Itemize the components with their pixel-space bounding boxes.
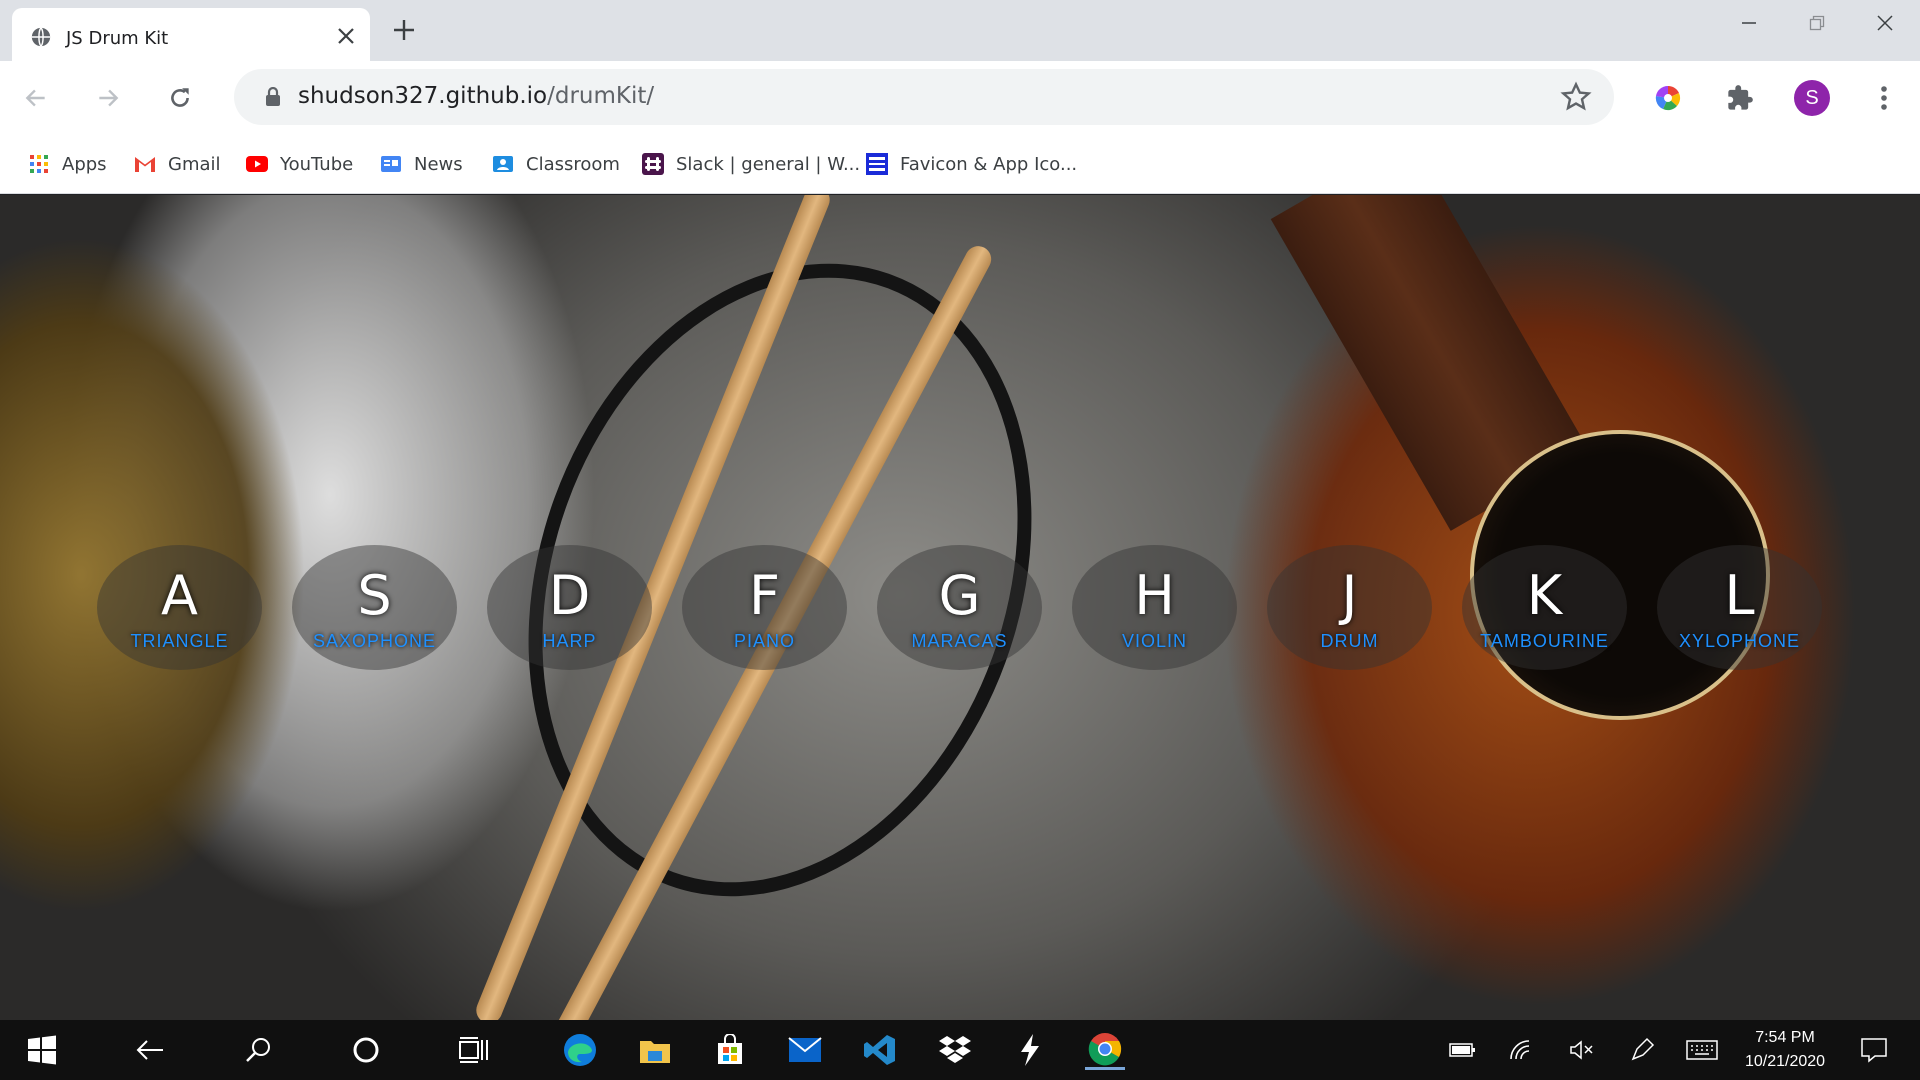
battery-icon[interactable] — [1442, 1030, 1482, 1070]
new-tab-icon[interactable] — [388, 14, 420, 46]
close-tab-icon[interactable] — [332, 22, 360, 50]
key-letter: L — [1724, 564, 1755, 627]
app-lightning-icon[interactable] — [1010, 1030, 1050, 1070]
edge-icon[interactable] — [560, 1030, 600, 1070]
address-bar[interactable]: shudson327.github.io/drumKit/ — [234, 69, 1614, 125]
slack-icon — [642, 153, 664, 175]
drum-keys: A TRIANGLE S SAXOPHONE D HARP F PIANO G … — [0, 545, 1920, 675]
mail-icon[interactable] — [785, 1030, 825, 1070]
search-icon[interactable] — [238, 1030, 278, 1070]
keyboard-icon[interactable] — [1682, 1030, 1722, 1070]
key-tambourine[interactable]: K TAMBOURINE — [1462, 545, 1627, 670]
key-drum[interactable]: J DRUM — [1267, 545, 1432, 670]
key-letter: H — [1134, 564, 1175, 627]
tab-strip: JS Drum Kit — [0, 0, 1920, 61]
globe-icon — [31, 27, 51, 47]
key-letter: K — [1526, 564, 1563, 627]
bookmark-label: Apps — [62, 153, 107, 175]
bookmark-label: Slack | general | W... — [676, 153, 861, 175]
clock-date: 10/21/2020 — [1744, 1053, 1826, 1070]
bookmark-label: Classroom — [526, 153, 620, 175]
forward-icon[interactable] — [88, 78, 128, 118]
key-sound-label: SAXOPHONE — [312, 631, 437, 651]
key-saxophone[interactable]: S SAXOPHONE — [292, 545, 457, 670]
restore-icon[interactable] — [1794, 8, 1840, 38]
bookmark-label: Favicon & App Ico... — [900, 153, 1078, 175]
gmail-icon — [134, 153, 156, 175]
volume-mute-icon[interactable] — [1562, 1030, 1602, 1070]
bookmark-youtube[interactable]: YouTube — [246, 149, 353, 179]
bookmark-favicon[interactable]: Favicon & App Ico... — [866, 149, 1077, 179]
reload-icon[interactable] — [160, 78, 200, 118]
bookmark-classroom[interactable]: Classroom — [492, 149, 620, 179]
key-sound-label: VIOLIN — [1121, 631, 1188, 651]
bookmark-gmail[interactable]: Gmail — [134, 149, 221, 179]
key-maracas[interactable]: G MARACAS — [877, 545, 1042, 670]
key-sound-label: XYLOPHONE — [1678, 631, 1801, 651]
bookmark-news[interactable]: News — [380, 149, 463, 179]
key-sound-label: MARACAS — [911, 631, 1008, 651]
key-letter: A — [161, 564, 198, 627]
dropbox-icon[interactable] — [935, 1030, 975, 1070]
url-host: shudson327.github.io — [298, 83, 548, 109]
vscode-icon[interactable] — [860, 1030, 900, 1070]
classroom-icon — [492, 153, 514, 175]
url-path: /drumKit/ — [547, 83, 655, 109]
key-letter: J — [1341, 564, 1358, 627]
favicon-generator-icon — [866, 153, 888, 175]
key-sound-label: DRUM — [1320, 631, 1379, 651]
key-letter: G — [938, 564, 981, 627]
drumkit-page: A TRIANGLE S SAXOPHONE D HARP F PIANO G … — [0, 195, 1920, 1020]
key-letter: S — [357, 564, 392, 627]
close-window-icon[interactable] — [1862, 8, 1908, 38]
windows-taskbar: 7:54 PM 10/21/2020 — [0, 1020, 1920, 1080]
color-extension-icon[interactable] — [1648, 78, 1688, 118]
task-view-icon[interactable] — [454, 1030, 494, 1070]
youtube-icon — [246, 153, 268, 175]
back-icon[interactable] — [16, 78, 56, 118]
bookmark-label: News — [414, 153, 463, 175]
profile-avatar[interactable]: S — [1794, 80, 1830, 116]
notifications-icon[interactable] — [1854, 1030, 1894, 1070]
wifi-icon[interactable] — [1502, 1030, 1542, 1070]
chrome-icon[interactable] — [1085, 1030, 1125, 1070]
clock-time: 7:54 PM — [1755, 1029, 1815, 1046]
bookmarks-bar: Apps Gmail YouTube News Classroom Slack … — [0, 134, 1920, 194]
key-letter: F — [748, 564, 781, 627]
key-triangle[interactable]: A TRIANGLE — [97, 545, 262, 670]
url-text[interactable]: shudson327.github.io/drumKit/ — [298, 83, 654, 109]
bookmark-label: YouTube — [280, 153, 354, 175]
key-sound-label: TAMBOURINE — [1480, 631, 1609, 651]
apps-grid-icon — [28, 153, 50, 175]
key-sound-label: HARP — [542, 631, 597, 651]
google-news-icon — [380, 153, 402, 175]
cortana-icon[interactable] — [346, 1030, 386, 1070]
back-arrow-icon[interactable] — [130, 1030, 170, 1070]
pen-icon[interactable] — [1622, 1030, 1662, 1070]
windows-start-icon[interactable] — [22, 1030, 62, 1070]
key-harp[interactable]: D HARP — [487, 545, 652, 670]
system-clock[interactable]: 7:54 PM 10/21/2020 — [1730, 1026, 1840, 1074]
browser-toolbar: shudson327.github.io/drumKit/ S — [0, 61, 1920, 134]
file-explorer-icon[interactable] — [635, 1030, 675, 1070]
bookmark-label: Gmail — [168, 153, 221, 175]
key-piano[interactable]: F PIANO — [682, 545, 847, 670]
minimize-icon[interactable] — [1726, 8, 1772, 38]
key-letter: D — [548, 564, 591, 627]
lock-icon[interactable] — [264, 87, 282, 107]
microsoft-store-icon[interactable] — [710, 1030, 750, 1070]
key-sound-label: PIANO — [733, 631, 795, 651]
bookmark-apps[interactable]: Apps — [28, 149, 107, 179]
key-violin[interactable]: H VIOLIN — [1072, 545, 1237, 670]
key-xylophone[interactable]: L XYLOPHONE — [1657, 545, 1822, 670]
menu-kebab-icon[interactable] — [1864, 78, 1904, 118]
tab-title: JS Drum Kit — [66, 28, 169, 49]
key-sound-label: TRIANGLE — [130, 631, 229, 651]
bookmark-star-icon[interactable] — [1560, 81, 1592, 113]
tab-js-drum-kit[interactable]: JS Drum Kit — [12, 8, 370, 61]
bookmark-slack[interactable]: Slack | general | W... — [642, 149, 860, 179]
extensions-puzzle-icon[interactable] — [1720, 78, 1760, 118]
